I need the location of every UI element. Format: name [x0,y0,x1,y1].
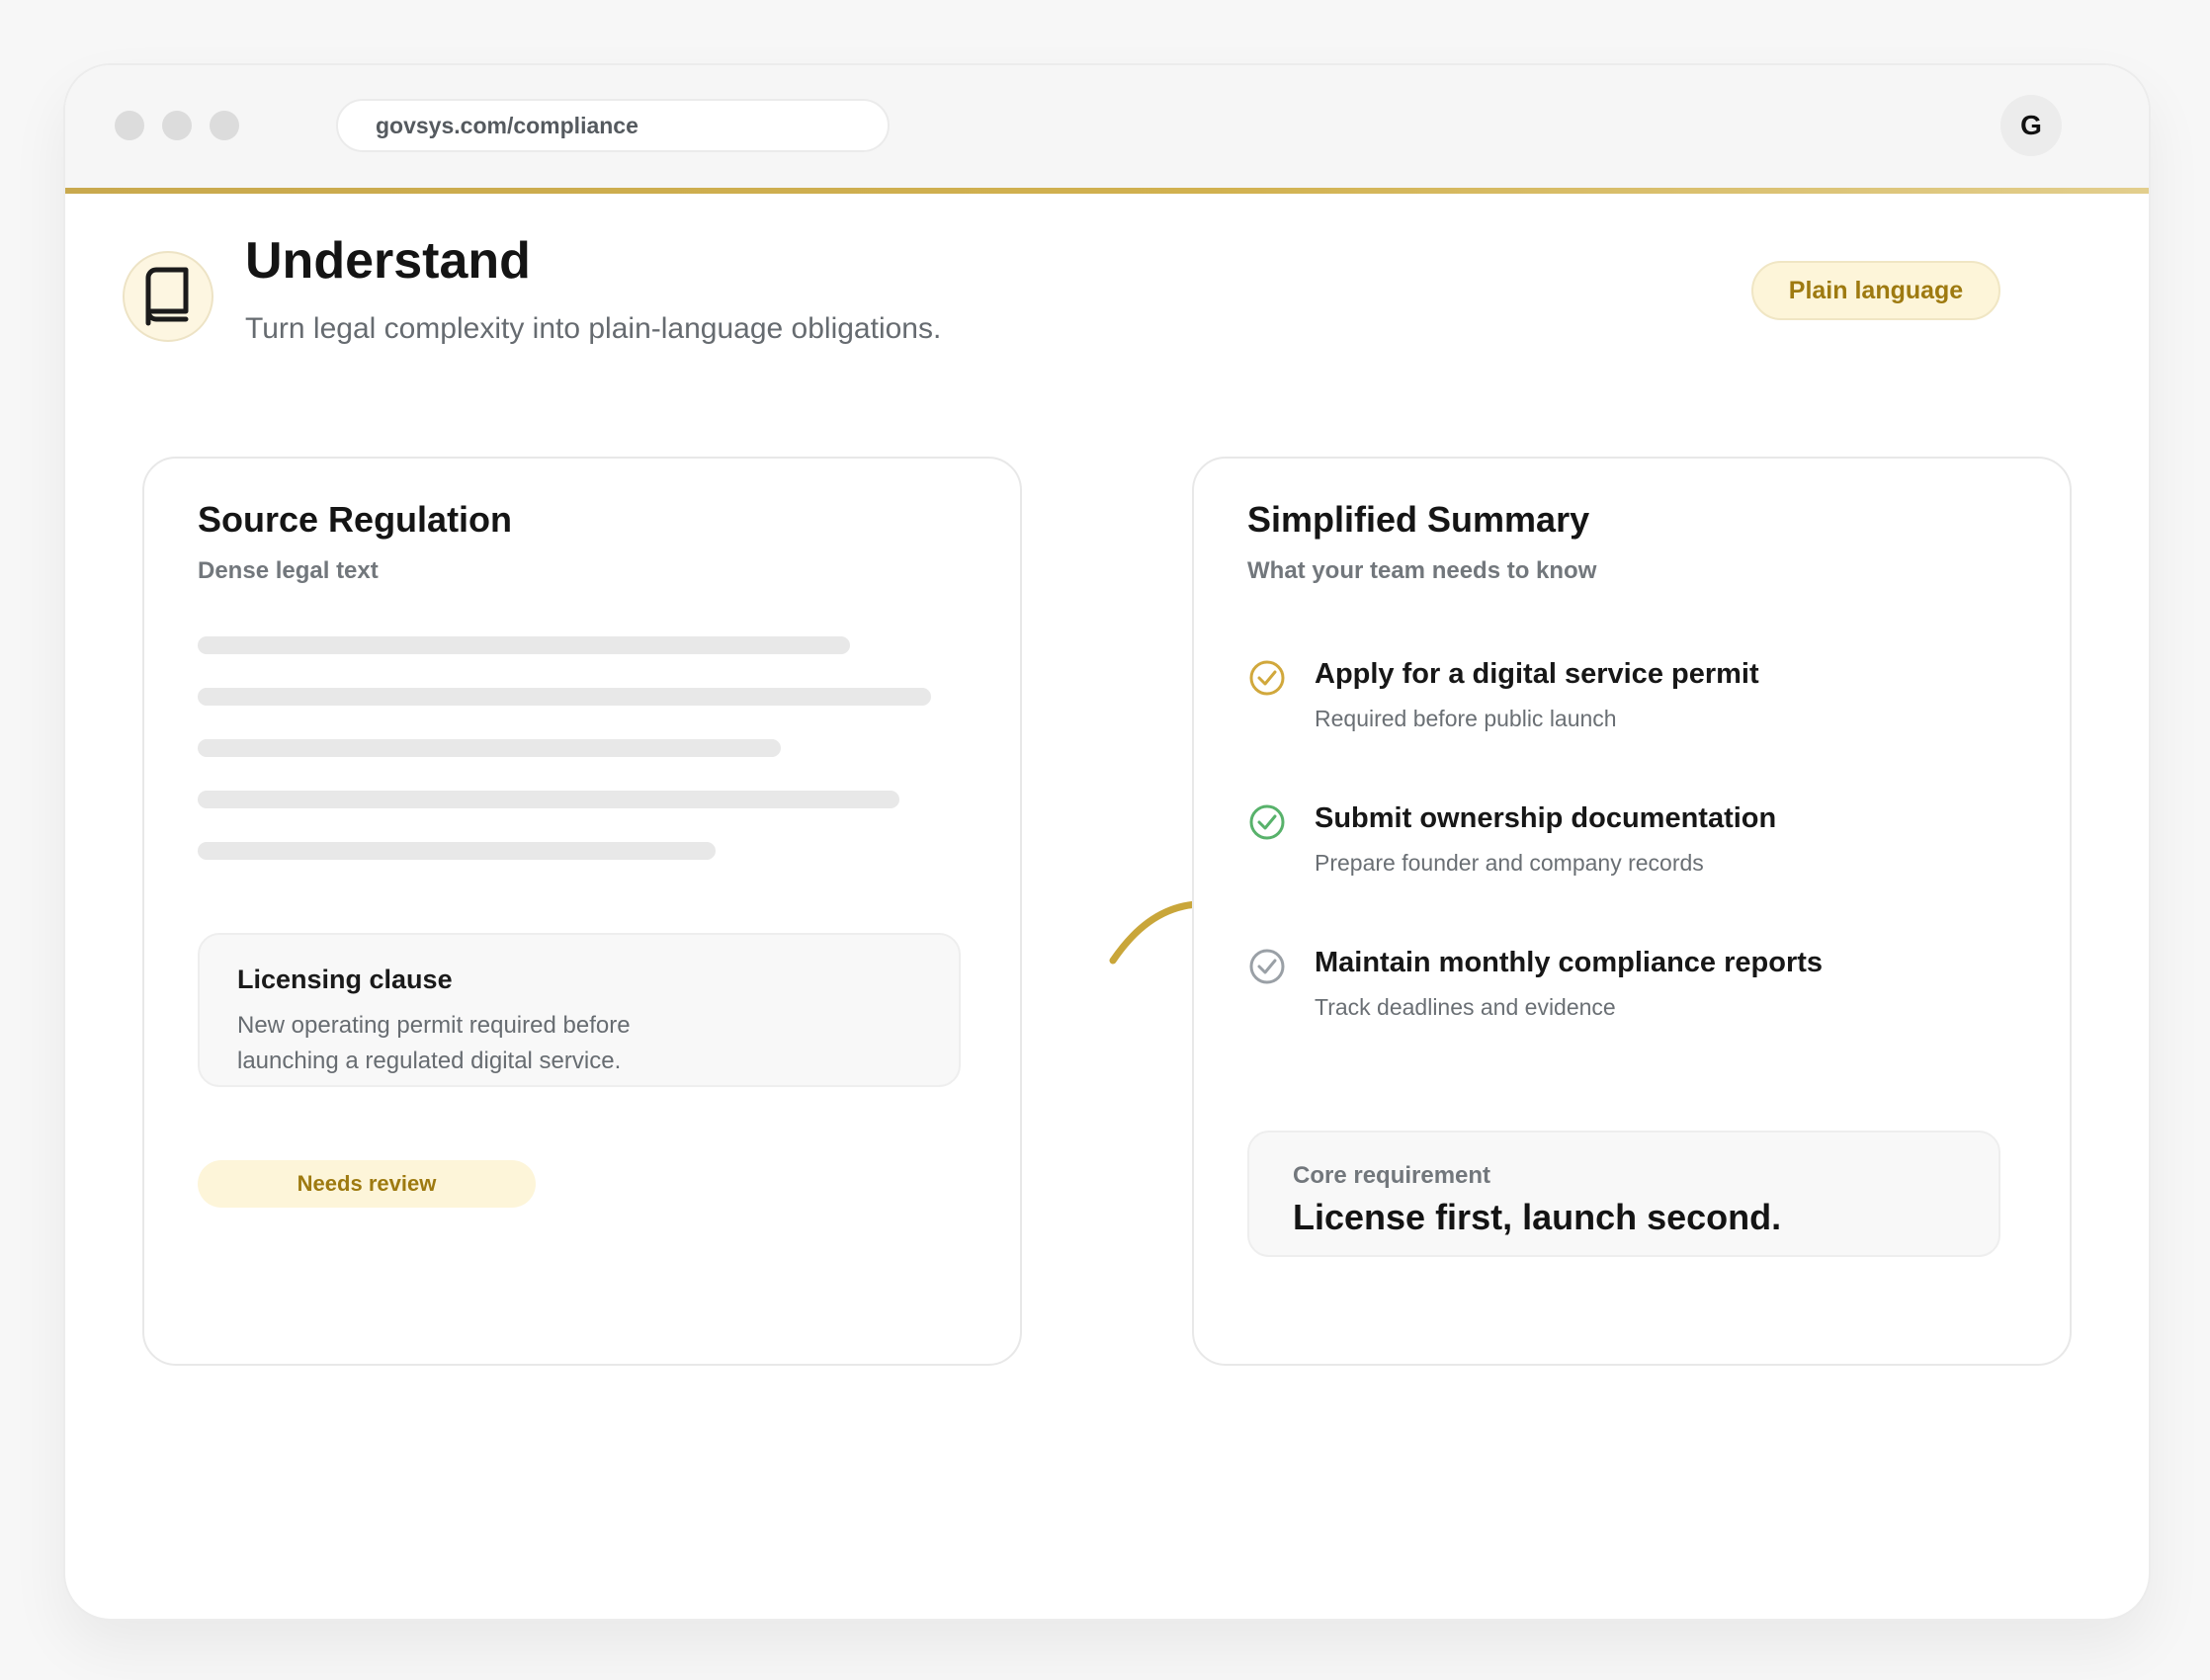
page-title: Understand [245,232,531,290]
simplified-summary-card: Simplified Summary What your team needs … [1192,457,2072,1366]
user-avatar[interactable]: G [2000,95,2062,156]
summary-item-title: Apply for a digital service permit [1315,658,1759,690]
check-circle-icon [1249,660,1285,696]
needs-review-badge: Needs review [198,1160,536,1208]
summary-item-title: Maintain monthly compliance reports [1315,947,1824,978]
window-close-dot[interactable] [115,111,144,140]
window-minimize-dot[interactable] [162,111,192,140]
text-placeholder-line [198,739,781,757]
check-circle-icon [1249,949,1285,984]
summary-item[interactable]: Maintain monthly compliance reports Trac… [1247,945,1998,1044]
source-card-subtitle: Dense legal text [198,557,379,584]
text-placeholder-line [198,636,850,654]
summary-item-description: Track deadlines and evidence [1315,994,1616,1020]
summary-item-description: Prepare founder and company records [1315,850,1704,876]
plain-language-badge: Plain language [1751,261,2000,320]
source-regulation-card: Source Regulation Dense legal text Licen… [142,457,1022,1366]
check-circle-icon [1249,804,1285,840]
window-maximize-dot[interactable] [210,111,239,140]
source-card-title: Source Regulation [198,499,513,540]
core-requirement-label: Core requirement [1293,1162,1491,1189]
text-placeholder-line [198,842,716,860]
address-bar[interactable]: govsys.com/compliance [336,99,890,152]
avatar-initial: G [2020,110,2042,140]
core-requirement-box: Core requirement License first, launch s… [1247,1131,2000,1257]
text-placeholder-line [198,791,899,808]
summary-card-title: Simplified Summary [1247,499,1590,540]
browser-titlebar: govsys.com/compliance G [65,65,2149,190]
clause-title: Licensing clause [237,965,453,994]
summary-card-subtitle: What your team needs to know [1247,557,1597,584]
clause-text: New operating permit required before lau… [237,1012,631,1074]
book-icon [123,251,213,342]
summary-item-description: Required before public launch [1315,706,1617,731]
text-placeholder-line [198,688,931,706]
accent-divider [65,188,2149,194]
summary-item-title: Submit ownership documentation [1315,802,1777,834]
browser-window: govsys.com/compliance G Understand Turn … [63,63,2151,1621]
core-requirement-text: License first, launch second. [1293,1197,1782,1237]
licensing-clause-box[interactable]: Licensing clause New operating permit re… [198,933,961,1087]
page-subtitle: Turn legal complexity into plain-languag… [245,312,942,345]
address-bar-url: govsys.com/compliance [376,112,638,138]
summary-item[interactable]: Submit ownership documentation Prepare f… [1247,800,1998,899]
summary-item[interactable]: Apply for a digital service permit Requi… [1247,656,1998,755]
